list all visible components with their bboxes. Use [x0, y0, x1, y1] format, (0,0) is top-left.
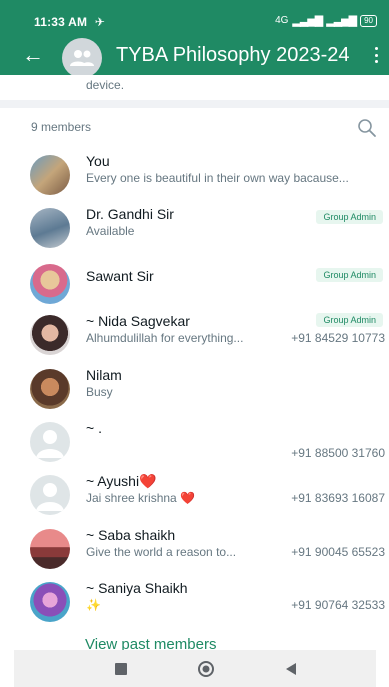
- default-avatar-icon: [30, 422, 70, 462]
- members-header: 9 members: [0, 108, 389, 146]
- back-button[interactable]: ←: [22, 42, 44, 68]
- avatar: [30, 529, 70, 569]
- member-phone: +91 90045 65523: [291, 545, 385, 559]
- group-icon: [70, 50, 94, 66]
- battery-icon: 90: [360, 14, 377, 27]
- member-name: Nilam: [86, 367, 122, 383]
- network-type: 4G: [275, 15, 289, 26]
- list-item[interactable]: Nilam Busy: [0, 365, 389, 415]
- status-indicators: 4G ▂▃▅▇ ▂▃▅▇ 90: [275, 14, 377, 27]
- group-admin-badge: Group Admin: [316, 268, 383, 282]
- avatar: [30, 369, 70, 409]
- arrow-left-icon: ←: [22, 42, 44, 67]
- member-name: ~ .: [86, 420, 102, 436]
- member-phone: +91 88500 31760: [291, 446, 385, 460]
- list-item[interactable]: ~ Saba shaikh Give the world a reason to…: [0, 525, 389, 575]
- section-divider: [0, 100, 389, 108]
- group-avatar[interactable]: [62, 38, 102, 78]
- signal-icon-2: ▂▃▅▇: [326, 15, 357, 27]
- member-status: Give the world a reason to...: [86, 545, 237, 559]
- group-admin-badge: Group Admin: [316, 210, 383, 224]
- chat-info-topbar: ← TYBA Philosophy 2023-24: [0, 38, 389, 78]
- list-item[interactable]: You Every one is beautiful in their own …: [0, 151, 389, 201]
- list-item[interactable]: Dr. Gandhi Sir Available Group Admin: [0, 204, 389, 254]
- member-status: Jai shree krishna ❤️: [86, 491, 195, 505]
- list-item[interactable]: ~ . +91 88500 31760: [0, 418, 389, 468]
- description-text: device.: [86, 78, 125, 92]
- members-count: 9 members: [31, 120, 92, 134]
- status-time: 11:33 AM: [34, 15, 88, 29]
- avatar: [30, 315, 70, 355]
- member-name: You: [86, 153, 110, 169]
- member-status: ✨: [86, 598, 101, 612]
- member-status: Available: [86, 224, 135, 238]
- avatar: [30, 264, 70, 304]
- signal-icon: ▂▃▅▇: [292, 15, 323, 27]
- member-status: Alhumdulillah for everything...: [86, 331, 244, 345]
- member-name: ~ Saba shaikh: [86, 527, 176, 543]
- member-status: Busy: [86, 385, 113, 399]
- triangle-back-icon[interactable]: [284, 662, 298, 681]
- avatar: [30, 208, 70, 248]
- search-icon[interactable]: [357, 118, 377, 138]
- avatar: [30, 155, 70, 195]
- member-phone: +91 83693 16087: [291, 491, 385, 505]
- member-name: ~ Nida Sagvekar: [86, 313, 190, 329]
- list-item[interactable]: ~ Nida Sagvekar Alhumdulillah for everyt…: [0, 311, 389, 361]
- member-phone: +91 90764 32533: [291, 598, 385, 612]
- member-phone: +91 84529 10773: [291, 331, 385, 345]
- member-name: ~ Ayushi❤️: [86, 473, 157, 489]
- default-avatar-icon: [30, 475, 70, 515]
- group-title: TYBA Philosophy 2023-24: [116, 44, 350, 66]
- status-bar: 11:33 AM ✈︎ 4G ▂▃▅▇ ▂▃▅▇ 90: [0, 0, 389, 40]
- group-admin-badge: Group Admin: [316, 313, 383, 327]
- list-item[interactable]: ~ Ayushi❤️ Jai shree krishna ❤️ +91 8369…: [0, 471, 389, 521]
- member-name: Dr. Gandhi Sir: [86, 206, 174, 222]
- list-item[interactable]: Sawant Sir Group Admin: [0, 260, 389, 310]
- member-name: ~ Saniya Shaikh: [86, 580, 188, 596]
- system-nav-bar: [14, 650, 376, 687]
- member-name: Sawant Sir: [86, 268, 154, 284]
- member-status: Every one is beautiful in their own way …: [86, 171, 349, 185]
- three-dots-vertical-icon[interactable]: [371, 44, 381, 66]
- avatar: [30, 582, 70, 622]
- list-item[interactable]: ~ Saniya Shaikh ✨ +91 90764 32533: [0, 578, 389, 628]
- circle-icon[interactable]: [197, 660, 215, 683]
- vibe-icon: ✈︎: [94, 15, 105, 29]
- square-icon[interactable]: [114, 662, 128, 681]
